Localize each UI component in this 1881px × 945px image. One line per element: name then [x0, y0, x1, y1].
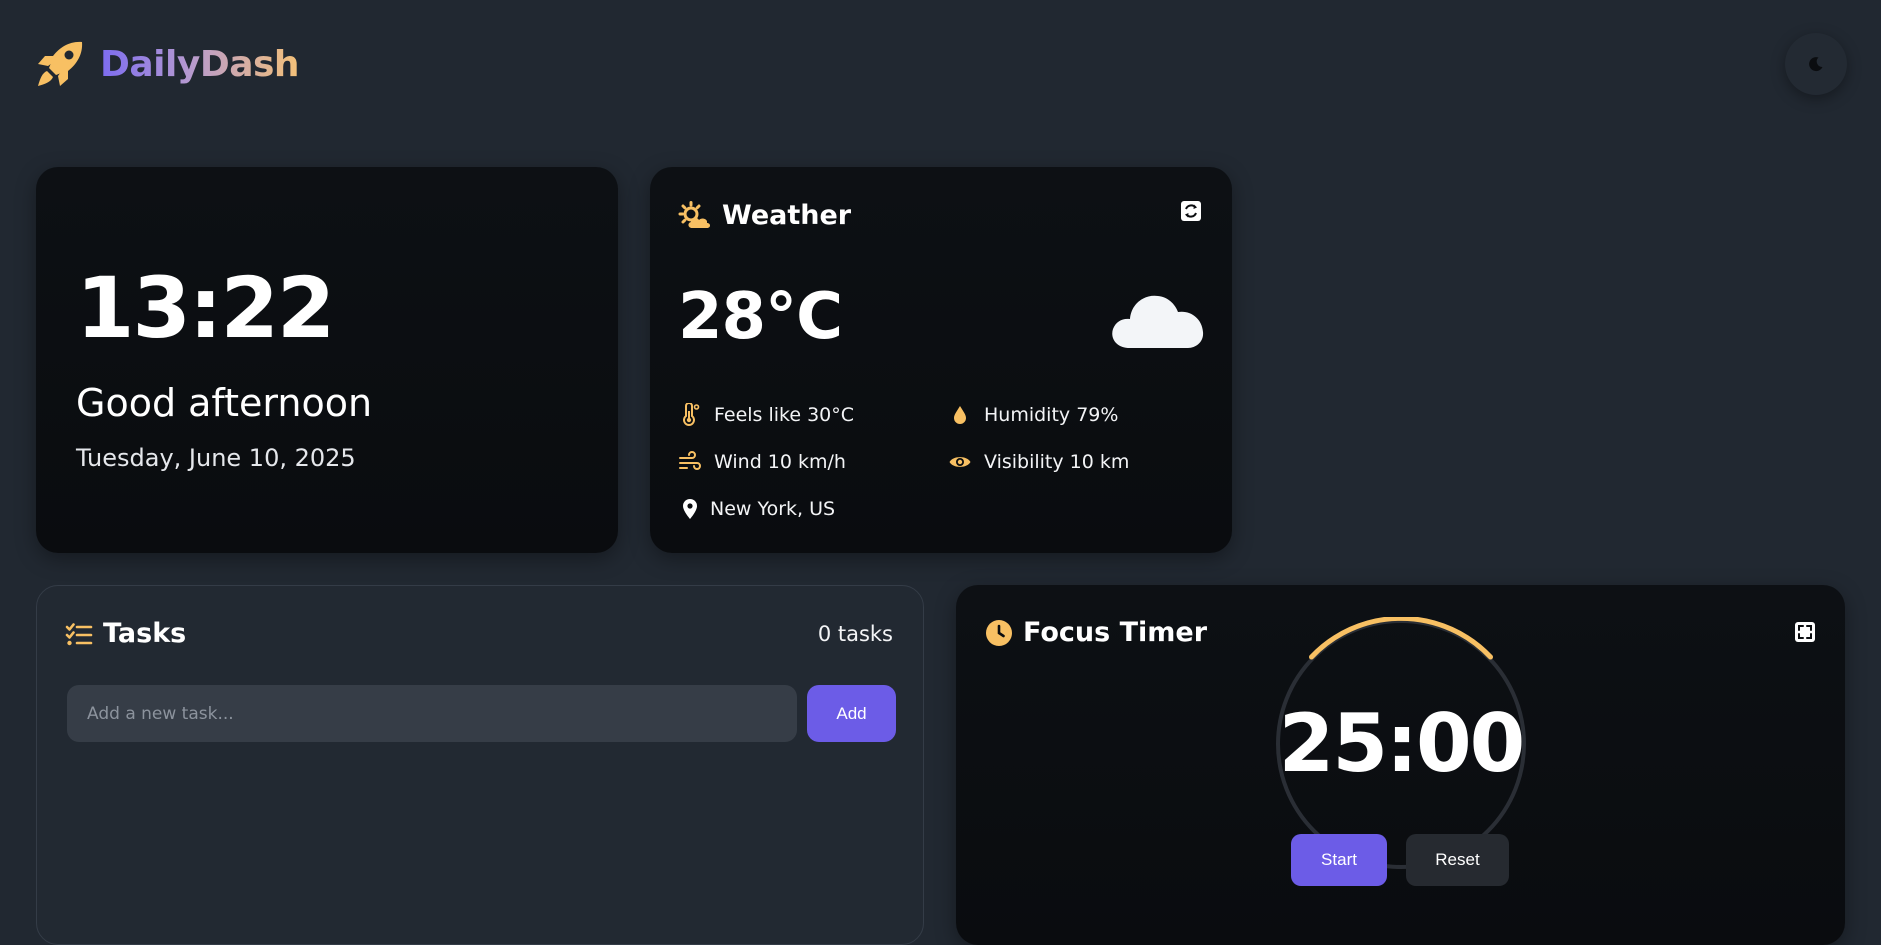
start-button[interactable]: Start [1291, 834, 1387, 886]
weather-card: Weather 28°C Feels like 30°C Humidity 79… [650, 167, 1232, 553]
feels-like-label: Feels like 30°C [714, 404, 855, 426]
cloud-icon [1112, 295, 1204, 348]
focus-timer-card: Focus Timer 25:00 Start Reset [956, 585, 1845, 945]
weather-title: Weather [678, 200, 851, 231]
timer-display: 25:00 [1278, 697, 1526, 790]
humidity-label: Humidity 79% [984, 404, 1119, 426]
logo[interactable]: DailyDash [34, 38, 300, 90]
location-label: New York, US [710, 498, 836, 520]
expand-icon[interactable] [1794, 621, 1816, 643]
weather-title-label: Weather [722, 200, 852, 231]
rocket-icon [38, 41, 83, 86]
humidity: Humidity 79% [948, 403, 1118, 427]
task-input[interactable] [67, 685, 797, 742]
sun-cloud-icon [678, 200, 710, 228]
add-task-button[interactable]: Add [807, 685, 896, 742]
location: New York, US [678, 497, 835, 521]
greeting: Good afternoon [76, 381, 373, 425]
visibility-label: Visibility 10 km [984, 451, 1130, 473]
droplet-icon [954, 406, 966, 424]
feels-like: Feels like 30°C [678, 403, 854, 427]
wind-icon [679, 451, 701, 470]
eye-icon [949, 457, 971, 467]
visibility: Visibility 10 km [948, 450, 1129, 474]
tasks-title: Tasks [65, 618, 186, 649]
moon-icon [1809, 57, 1823, 72]
wind-label: Wind 10 km/h [714, 451, 846, 473]
app-name: DailyDash [100, 43, 300, 85]
task-count: 0 tasks [817, 622, 893, 646]
refresh-icon[interactable] [1180, 200, 1202, 222]
clock-time: 13:22 [76, 259, 335, 357]
tasks-title-label: Tasks [103, 618, 187, 649]
thermometer-icon [683, 403, 700, 426]
temperature: 28°C [678, 280, 843, 354]
checklist-icon [65, 622, 93, 645]
map-pin-icon [683, 499, 697, 519]
timer-title: Focus Timer [985, 617, 1207, 648]
reset-button[interactable]: Reset [1406, 834, 1509, 886]
wind: Wind 10 km/h [678, 450, 846, 474]
clock-icon [986, 619, 1012, 646]
app-header: DailyDash [0, 0, 1881, 130]
date: Tuesday, June 10, 2025 [76, 444, 356, 472]
timer-title-label: Focus Timer [1023, 617, 1208, 648]
tasks-card: Tasks 0 tasks Add [36, 585, 924, 945]
clock-card: 13:22 Good afternoon Tuesday, June 10, 2… [36, 167, 618, 553]
theme-toggle-button[interactable] [1785, 33, 1847, 95]
